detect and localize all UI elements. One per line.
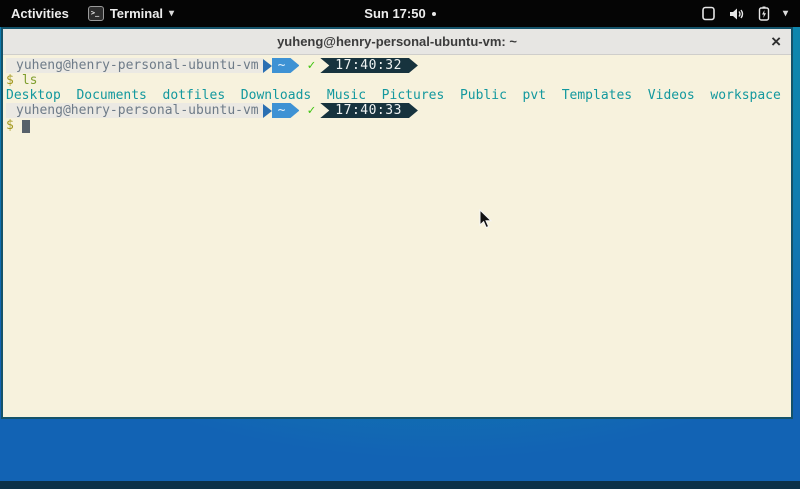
text-cursor bbox=[22, 120, 30, 133]
app-menu[interactable]: >_ Terminal ▾ bbox=[80, 0, 182, 27]
mouse-cursor bbox=[479, 209, 493, 229]
prompt-username: yuheng@henry-personal-ubuntu-vm bbox=[6, 58, 263, 73]
titlebar[interactable]: yuheng@henry-personal-ubuntu-vm: ~ × bbox=[3, 29, 791, 55]
top-bar: Activities >_ Terminal ▾ Sun 17:50 bbox=[0, 0, 800, 27]
display-icon bbox=[701, 6, 716, 21]
check-icon: ✓ bbox=[299, 58, 320, 73]
prompt-dollar: $ bbox=[6, 73, 14, 88]
clock-label: Sun 17:50 bbox=[364, 6, 425, 21]
ls-output: Desktop Documents dotfiles Downloads Mus… bbox=[6, 88, 791, 103]
volume-icon bbox=[729, 7, 745, 21]
bottom-strip bbox=[0, 481, 800, 489]
prompt-line-2: yuheng@henry-personal-ubuntu-vm ~ ✓ 17:4… bbox=[6, 103, 791, 118]
prompt-line-1: yuheng@henry-personal-ubuntu-vm ~ ✓ 17:4… bbox=[6, 58, 791, 73]
notification-dot-icon bbox=[432, 12, 436, 16]
powerline-arrow-icon bbox=[263, 104, 272, 118]
chevron-down-icon: ▾ bbox=[169, 8, 174, 19]
clock-button[interactable]: Sun 17:50 bbox=[364, 0, 435, 27]
prompt-path: ~ bbox=[272, 58, 300, 73]
prompt-time: 17:40:33 bbox=[320, 103, 418, 118]
chevron-down-icon: ▾ bbox=[783, 8, 788, 19]
desktop: Activities >_ Terminal ▾ Sun 17:50 bbox=[0, 0, 800, 489]
prompt-dollar: $ bbox=[6, 118, 14, 133]
battery-charging-icon bbox=[758, 6, 770, 21]
terminal-app-icon: >_ bbox=[88, 6, 104, 21]
system-status-menu[interactable]: ▾ bbox=[689, 0, 800, 27]
prompt-time: 17:40:32 bbox=[320, 58, 418, 73]
terminal-icon-glyph: >_ bbox=[91, 10, 99, 17]
command-line-2: $ bbox=[6, 118, 791, 133]
top-bar-left: Activities >_ Terminal ▾ bbox=[0, 0, 182, 27]
powerline-arrow-icon bbox=[263, 59, 272, 73]
app-menu-label: Terminal bbox=[110, 6, 163, 21]
command-text: ls bbox=[22, 73, 38, 88]
command-line-1: $ ls bbox=[6, 73, 791, 88]
prompt-path: ~ bbox=[272, 103, 300, 118]
terminal-window: yuheng@henry-personal-ubuntu-vm: ~ × yuh… bbox=[1, 27, 793, 419]
prompt-username: yuheng@henry-personal-ubuntu-vm bbox=[6, 103, 263, 118]
activities-button[interactable]: Activities bbox=[0, 0, 80, 27]
check-icon: ✓ bbox=[299, 103, 320, 118]
window-title: yuheng@henry-personal-ubuntu-vm: ~ bbox=[277, 34, 517, 49]
terminal-content[interactable]: yuheng@henry-personal-ubuntu-vm ~ ✓ 17:4… bbox=[3, 55, 791, 417]
close-icon[interactable]: × bbox=[771, 30, 781, 54]
